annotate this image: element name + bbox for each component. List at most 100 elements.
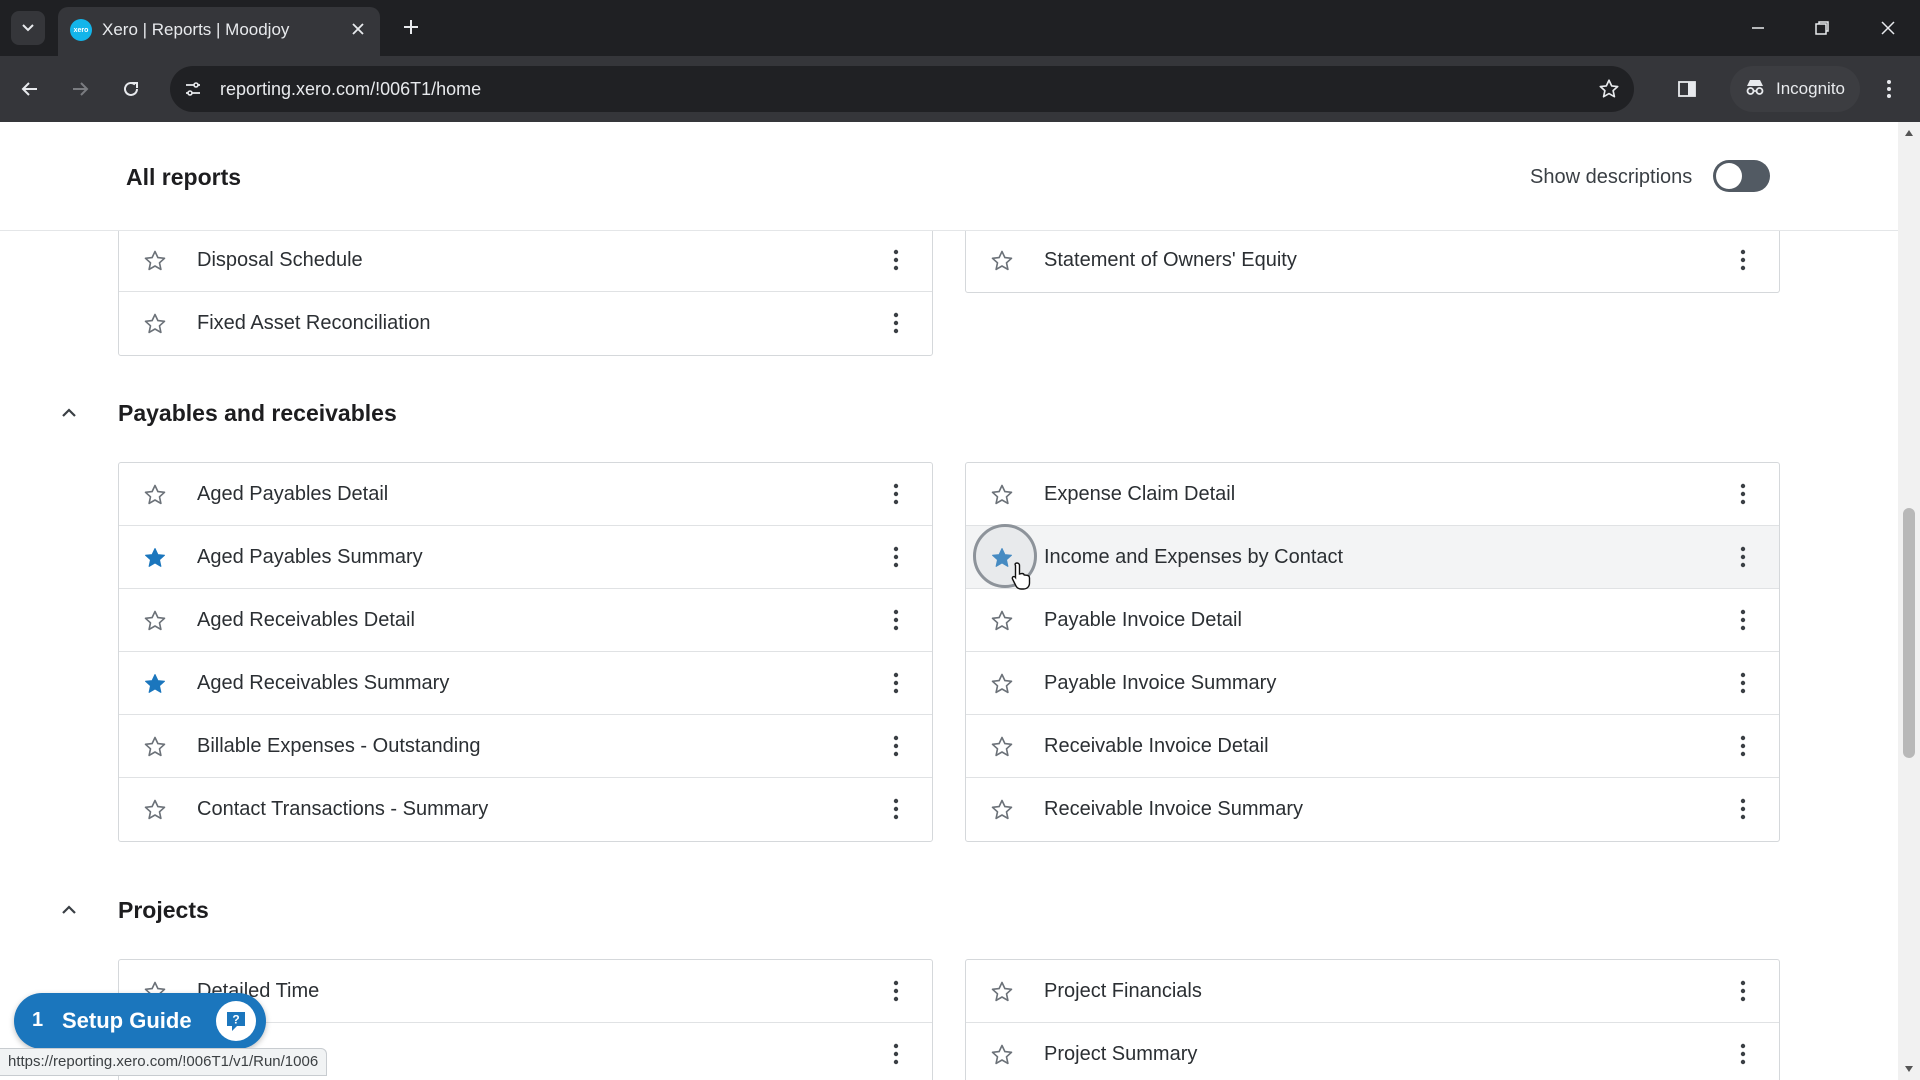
star-filled-icon[interactable] xyxy=(143,546,167,570)
kebab-icon[interactable] xyxy=(886,731,906,761)
report-row[interactable]: Expense Claim Detail xyxy=(966,463,1779,526)
report-label[interactable]: Aged Payables Summary xyxy=(197,546,423,569)
report-label[interactable]: Expense Claim Detail xyxy=(1044,483,1235,506)
kebab-icon[interactable] xyxy=(1733,1039,1753,1069)
report-label[interactable]: Payable Invoice Detail xyxy=(1044,609,1242,632)
kebab-icon[interactable] xyxy=(1733,794,1753,824)
report-row[interactable]: Income and Expenses by Contact xyxy=(966,526,1779,589)
scroll-down-arrow-icon[interactable] xyxy=(1902,1062,1916,1076)
report-row[interactable]: Project Summary xyxy=(966,1023,1779,1080)
report-label[interactable]: Billable Expenses - Outstanding xyxy=(197,735,481,758)
section-header-projects[interactable]: Projects xyxy=(0,891,800,931)
report-label[interactable]: Contact Transactions - Summary xyxy=(197,798,488,821)
star-icon[interactable] xyxy=(143,735,167,759)
report-row[interactable]: Aged Payables Summary xyxy=(119,526,932,589)
section-header-payables[interactable]: Payables and receivables xyxy=(0,394,800,434)
report-row[interactable]: Aged Payables Detail xyxy=(119,463,932,526)
bookmark-star-icon[interactable] xyxy=(1596,76,1622,102)
star-filled-icon[interactable] xyxy=(143,672,167,696)
show-descriptions-toggle[interactable] xyxy=(1713,160,1770,192)
chevron-up-icon[interactable] xyxy=(56,400,82,426)
report-label[interactable]: Fixed Asset Reconciliation xyxy=(197,312,430,335)
star-icon[interactable] xyxy=(990,735,1014,759)
kebab-icon[interactable] xyxy=(1733,731,1753,761)
report-row[interactable]: Project Financials xyxy=(966,960,1779,1023)
kebab-icon[interactable] xyxy=(1733,542,1753,572)
kebab-icon[interactable] xyxy=(1733,668,1753,698)
kebab-icon[interactable] xyxy=(886,479,906,509)
kebab-icon[interactable] xyxy=(886,1039,906,1069)
star-icon[interactable] xyxy=(143,798,167,822)
report-label[interactable]: Aged Payables Detail xyxy=(197,483,388,506)
star-icon[interactable] xyxy=(990,1043,1014,1067)
forward-icon[interactable] xyxy=(63,72,97,106)
window-close-icon[interactable] xyxy=(1868,10,1908,46)
report-label[interactable]: Payable Invoice Summary xyxy=(1044,672,1276,695)
report-row[interactable]: Contact Transactions - Summary xyxy=(119,778,932,841)
star-icon[interactable] xyxy=(143,483,167,507)
setup-guide-count: 1 xyxy=(32,1009,44,1031)
kebab-icon[interactable] xyxy=(886,976,906,1006)
star-icon[interactable] xyxy=(990,483,1014,507)
kebab-icon[interactable] xyxy=(886,245,906,275)
side-panel-icon[interactable] xyxy=(1670,72,1704,106)
tab-search-icon[interactable] xyxy=(11,11,45,45)
star-filled-icon[interactable] xyxy=(990,546,1014,570)
report-label[interactable]: Aged Receivables Summary xyxy=(197,672,449,695)
report-row[interactable]: Aged Receivables Detail xyxy=(119,589,932,652)
help-icon[interactable]: ? xyxy=(216,1001,256,1041)
address-bar[interactable]: reporting.xero.com/!006T1/home xyxy=(170,66,1634,112)
report-label[interactable]: Receivable Invoice Detail xyxy=(1044,735,1269,758)
report-label[interactable]: Project Financials xyxy=(1044,980,1202,1003)
kebab-icon[interactable] xyxy=(886,668,906,698)
reload-icon[interactable] xyxy=(114,72,148,106)
report-card: Expense Claim Detail Income and Expenses … xyxy=(965,462,1780,842)
report-row[interactable]: Receivable Invoice Summary xyxy=(966,778,1779,841)
kebab-icon[interactable] xyxy=(1733,976,1753,1006)
plus-icon[interactable] xyxy=(396,12,426,42)
restore-icon[interactable] xyxy=(1802,10,1842,46)
browser-toolbar: reporting.xero.com/!006T1/home Incognito xyxy=(0,56,1920,122)
setup-guide-button[interactable]: 1 Setup Guide ? xyxy=(14,993,266,1049)
star-icon[interactable] xyxy=(143,249,167,273)
kebab-icon[interactable] xyxy=(1733,605,1753,635)
page-scrollbar[interactable] xyxy=(1898,122,1920,1080)
report-row[interactable]: Fixed Asset Reconciliation xyxy=(119,292,932,355)
report-row[interactable]: Disposal Schedule xyxy=(119,231,932,292)
star-icon[interactable] xyxy=(990,609,1014,633)
report-row[interactable]: Payable Invoice Summary xyxy=(966,652,1779,715)
report-label[interactable]: Income and Expenses by Contact xyxy=(1044,546,1343,569)
star-icon[interactable] xyxy=(990,249,1014,273)
browser-tab[interactable]: xero Xero | Reports | Moodjoy xyxy=(58,7,380,56)
kebab-icon[interactable] xyxy=(886,308,906,338)
report-row[interactable]: Billable Expenses - Outstanding xyxy=(119,715,932,778)
report-row[interactable]: Statement of Owners' Equity xyxy=(966,231,1779,292)
report-label[interactable]: Aged Receivables Detail xyxy=(197,609,415,632)
kebab-icon[interactable] xyxy=(886,794,906,824)
report-label[interactable]: Statement of Owners' Equity xyxy=(1044,249,1297,272)
close-icon[interactable] xyxy=(346,17,370,41)
report-row[interactable]: Payable Invoice Detail xyxy=(966,589,1779,652)
minimize-icon[interactable] xyxy=(1738,10,1778,46)
report-label[interactable]: Receivable Invoice Summary xyxy=(1044,798,1303,821)
scroll-thumb[interactable] xyxy=(1903,508,1915,758)
kebab-icon[interactable] xyxy=(886,605,906,635)
back-icon[interactable] xyxy=(13,72,47,106)
site-info-icon[interactable] xyxy=(180,76,206,102)
report-row[interactable]: Receivable Invoice Detail xyxy=(966,715,1779,778)
chevron-up-icon[interactable] xyxy=(56,897,82,923)
star-icon[interactable] xyxy=(143,609,167,633)
incognito-indicator[interactable]: Incognito xyxy=(1730,66,1860,112)
menu-dots-icon[interactable] xyxy=(1872,72,1906,106)
report-label[interactable]: Disposal Schedule xyxy=(197,249,363,272)
report-row[interactable]: Aged Receivables Summary xyxy=(119,652,932,715)
kebab-icon[interactable] xyxy=(886,542,906,572)
scroll-up-arrow-icon[interactable] xyxy=(1902,126,1916,140)
star-icon[interactable] xyxy=(143,312,167,336)
star-icon[interactable] xyxy=(990,672,1014,696)
star-icon[interactable] xyxy=(990,798,1014,822)
star-icon[interactable] xyxy=(990,980,1014,1004)
kebab-icon[interactable] xyxy=(1733,479,1753,509)
report-label[interactable]: Project Summary xyxy=(1044,1043,1197,1066)
kebab-icon[interactable] xyxy=(1733,245,1753,275)
